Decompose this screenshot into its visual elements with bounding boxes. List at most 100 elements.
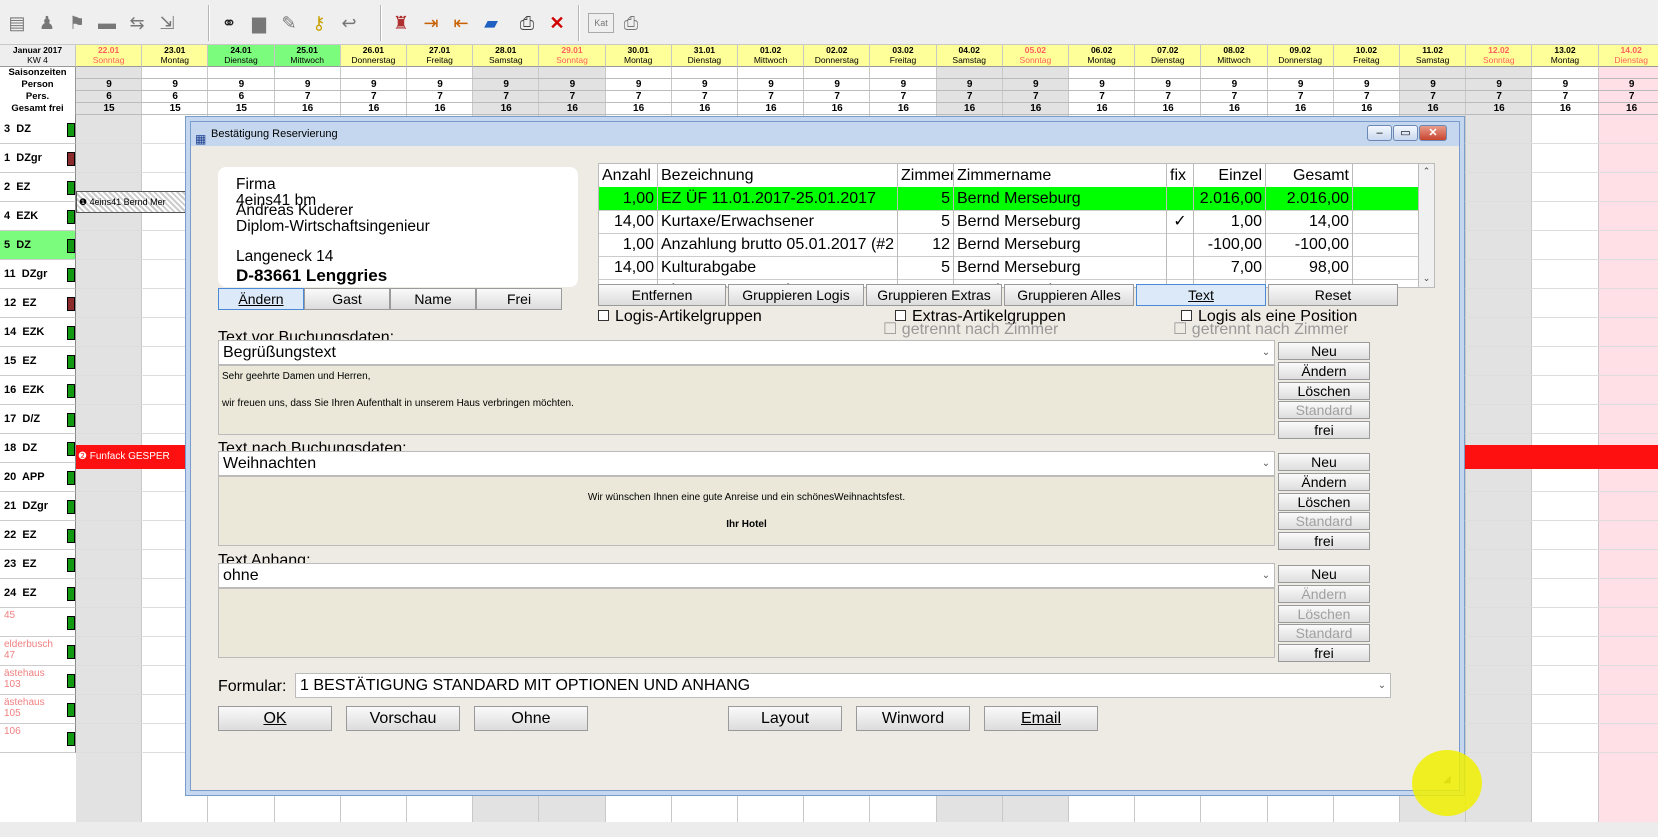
side-button-new[interactable]: Neu xyxy=(1278,342,1370,360)
day-header[interactable]: 30.01 Montag xyxy=(605,45,672,67)
side-button-new[interactable]: Neu xyxy=(1278,565,1370,583)
side-button-free[interactable]: frei xyxy=(1278,421,1370,440)
reset-button[interactable]: Reset xyxy=(1268,284,1398,306)
bed-icon[interactable]: ▬ xyxy=(94,10,120,36)
day-header[interactable]: 02.02 Donnerstag xyxy=(804,45,871,67)
back-icon[interactable]: ↩ xyxy=(336,10,362,36)
day-header[interactable]: 23.01 Montag xyxy=(142,45,209,67)
preview-button[interactable]: Vorschau xyxy=(346,706,460,731)
table-row[interactable]: 1,00 EZ ÜF 11.01.2017-25.01.2017 5 Bernd Me… xyxy=(599,187,1418,211)
swap-icon[interactable]: ⇆ xyxy=(124,10,150,36)
table-row[interactable]: 1,00 Anzahlung brutto 05.01.2017 (#2 12 Ber… xyxy=(599,233,1418,257)
room-label[interactable]: 106 xyxy=(0,724,76,753)
maximize-icon[interactable]: ▭ xyxy=(1393,125,1418,141)
day-header[interactable]: 26.01 Donnerstag xyxy=(340,45,407,67)
room-label[interactable]: 1 DZgr xyxy=(0,144,76,173)
remove-button[interactable]: Entfernen xyxy=(598,284,726,306)
list-icon[interactable]: ▤ xyxy=(4,10,30,36)
day-header[interactable]: 04.02 Samstag xyxy=(936,45,1003,67)
layout-button[interactable]: Layout xyxy=(728,706,842,731)
day-header[interactable]: 14.02 Dienstag xyxy=(1598,45,1658,67)
folder-icon[interactable]: ▆ xyxy=(246,10,272,36)
room-label[interactable]: 16 EZK xyxy=(0,376,76,405)
table-scrollbar[interactable]: ⌃ ⌄ xyxy=(1418,163,1435,288)
day-header[interactable]: 08.02 Mittwoch xyxy=(1201,45,1268,67)
room-label[interactable]: 23 EZ xyxy=(0,550,76,579)
delete-icon[interactable]: ✕ xyxy=(544,10,570,36)
room-label[interactable]: 4 EZK xyxy=(0,202,76,231)
room-label[interactable]: 5 DZ xyxy=(0,231,76,260)
day-header[interactable]: 28.01 Samstag xyxy=(473,45,540,67)
booking-bar-room-20[interactable]: ❷ Funfack GESPER xyxy=(76,445,191,469)
checkbox-box[interactable] xyxy=(598,310,609,321)
side-button-change[interactable]: Ändern xyxy=(1278,472,1370,491)
chevron-down-icon[interactable]: ⌄ xyxy=(1258,564,1274,587)
attachment-area[interactable] xyxy=(218,588,1275,658)
side-button-change[interactable]: Ändern xyxy=(1278,361,1370,380)
room-label[interactable]: 11 DZgr xyxy=(0,260,76,289)
room-label[interactable]: 18 DZ xyxy=(0,434,76,463)
day-header[interactable]: 31.01 Dienstag xyxy=(671,45,738,67)
room-label[interactable]: elderbusch 47 xyxy=(0,637,76,666)
side-button-standard[interactable]: Standard xyxy=(1278,401,1370,420)
side-button-delete[interactable]: Löschen xyxy=(1278,492,1370,511)
kat-icon[interactable]: Kat xyxy=(588,13,614,33)
eraser-icon[interactable]: ✎ xyxy=(276,10,302,36)
day-header[interactable]: 06.02 Montag xyxy=(1069,45,1136,67)
room-label[interactable]: 24 EZ xyxy=(0,579,76,608)
group-all-button[interactable]: Gruppieren Alles xyxy=(1004,284,1134,306)
checkout-icon[interactable]: ⇲ xyxy=(154,10,180,36)
day-header[interactable]: 24.01 Dienstag xyxy=(208,45,275,67)
room-label[interactable]: 15 EZ xyxy=(0,347,76,376)
group-logis-button[interactable]: Gruppieren Logis xyxy=(728,284,864,306)
room-label[interactable]: 21 DZgr xyxy=(0,492,76,521)
side-button-standard[interactable]: Standard xyxy=(1278,624,1370,643)
room-label[interactable]: ästehaus 103 xyxy=(0,666,76,695)
print-doc-icon[interactable]: ⎙ xyxy=(514,10,540,36)
side-button-new[interactable]: Neu xyxy=(1278,453,1370,471)
day-header[interactable]: 25.01 Mittwoch xyxy=(274,45,341,67)
separate-by-room-checkbox-1[interactable]: ☐ getrennt nach Zimmer xyxy=(883,319,1058,339)
day-header[interactable]: 22.01 Sonntag xyxy=(76,45,143,67)
address-name-button[interactable]: Name xyxy=(390,288,476,310)
side-button-delete[interactable]: Löschen xyxy=(1278,604,1370,623)
room-label[interactable]: 45 xyxy=(0,608,76,637)
table-row[interactable]: 14,00 Kulturabgabe 5 Bernd Merseburg 7,00 98,… xyxy=(599,256,1418,280)
winword-button[interactable]: Winword xyxy=(856,706,970,731)
checkin-icon[interactable]: ⚑ xyxy=(64,10,90,36)
address-free-button[interactable]: Frei xyxy=(476,288,562,310)
room-label[interactable]: 20 APP xyxy=(0,463,76,492)
printer-icon[interactable]: ⎙ xyxy=(618,10,644,36)
day-header[interactable]: 07.02 Dienstag xyxy=(1135,45,1202,67)
day-header[interactable]: 29.01 Sonntag xyxy=(539,45,606,67)
chart-icon[interactable]: ▰ xyxy=(478,10,504,36)
text-before-area[interactable]: Sehr geehrte Damen und Herren, wir freue… xyxy=(218,365,1275,435)
room-label[interactable]: 2 EZ xyxy=(0,173,76,202)
text-button[interactable]: Text xyxy=(1136,284,1266,306)
side-button-delete[interactable]: Löschen xyxy=(1278,381,1370,400)
day-header[interactable]: 05.02 Sonntag xyxy=(1002,45,1069,67)
close-icon[interactable]: ✕ xyxy=(1419,125,1447,141)
booking-bar-room-5[interactable]: ❶ 4eins41 Bernd Mer xyxy=(76,191,191,213)
form-select[interactable]: 1 BESTÄTIGUNG STANDARD MIT OPTIONEN UND … xyxy=(295,673,1391,698)
ok-button[interactable]: OK xyxy=(218,706,332,731)
side-button-free[interactable]: frei xyxy=(1278,532,1370,551)
logis-groups-checkbox[interactable]: Logis-Artikelgruppen xyxy=(598,308,762,326)
day-header[interactable]: 12.02 Sonntag xyxy=(1466,45,1533,67)
text-after-select[interactable]: Weihnachten ⌄ xyxy=(218,451,1275,476)
table-row[interactable]: 14,00 Kurtaxe/Erwachsener 5 Bernd Merseburg… xyxy=(599,210,1418,234)
address-change-button[interactable]: Ändern xyxy=(218,288,304,310)
room-label[interactable]: 12 EZ xyxy=(0,289,76,318)
text-after-area[interactable]: Wir wünschen Ihnen eine gute Anreise und… xyxy=(218,476,1275,546)
email-button[interactable]: Email xyxy=(984,706,1098,731)
attachment-select[interactable]: ohne ⌄ xyxy=(218,563,1275,588)
side-button-change[interactable]: Ändern xyxy=(1278,584,1370,603)
arrival-icon[interactable]: ⇥ xyxy=(418,10,444,36)
separate-by-room-checkbox-2[interactable]: ☐ getrennt nach Zimmer xyxy=(1173,319,1348,339)
day-header[interactable]: 13.02 Montag xyxy=(1532,45,1599,67)
day-header[interactable]: 09.02 Donnerstag xyxy=(1267,45,1334,67)
minimize-icon[interactable]: – xyxy=(1367,125,1392,141)
side-button-standard[interactable]: Standard xyxy=(1278,512,1370,531)
person-red-icon[interactable]: ♜ xyxy=(388,10,414,36)
departure-icon[interactable]: ⇤ xyxy=(448,10,474,36)
